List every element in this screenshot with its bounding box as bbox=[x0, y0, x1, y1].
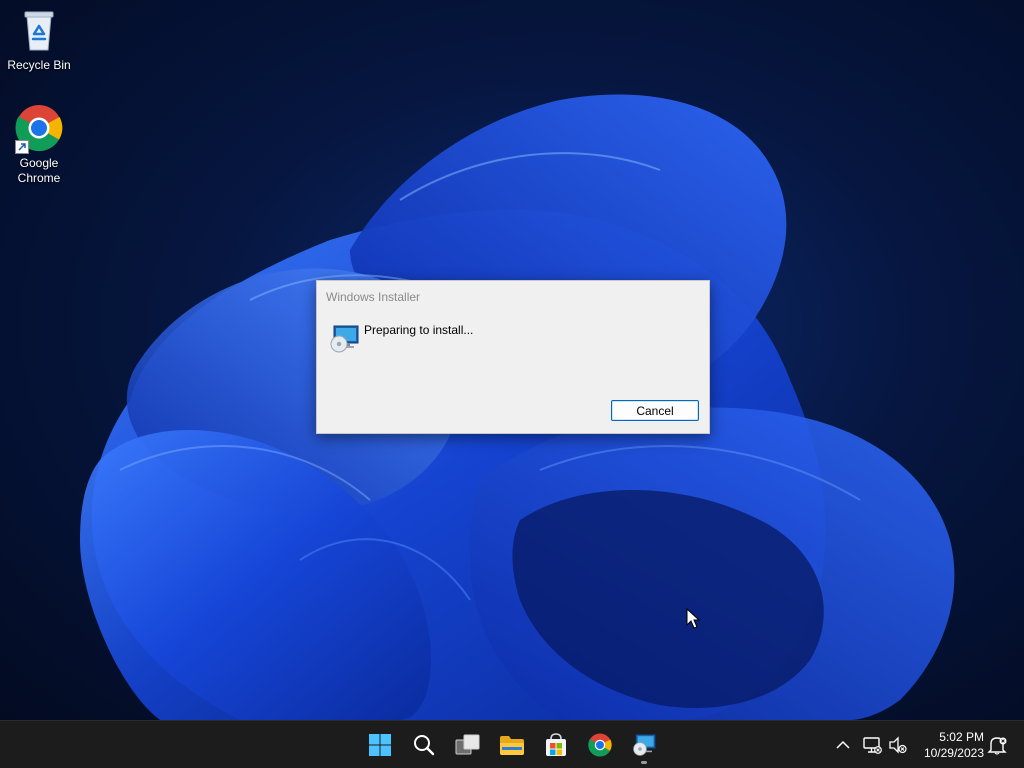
recycle-bin-icon bbox=[15, 6, 63, 54]
chrome-taskbar-button[interactable] bbox=[580, 725, 620, 765]
task-view-button[interactable] bbox=[448, 725, 488, 765]
search-button[interactable] bbox=[404, 725, 444, 765]
clock[interactable]: 5:02 PM 10/29/2023 bbox=[912, 729, 984, 761]
desktop-icon-chrome[interactable]: Google Chrome bbox=[1, 104, 77, 186]
desktop[interactable]: Recycle Bin Google Chrome Windows Instal… bbox=[0, 0, 1024, 720]
taskbar: 5:02 PM 10/29/2023 bbox=[0, 720, 1024, 768]
running-indicator bbox=[641, 761, 647, 764]
network-icon[interactable] bbox=[862, 735, 882, 755]
installer-icon bbox=[633, 734, 656, 756]
windows-installer-taskbar-button[interactable] bbox=[624, 725, 664, 765]
search-icon bbox=[414, 735, 435, 756]
volume-muted-icon[interactable] bbox=[888, 735, 908, 755]
notification-icon[interactable] bbox=[987, 735, 1009, 755]
store-icon bbox=[546, 733, 566, 756]
chrome-icon bbox=[15, 104, 63, 154]
start-button[interactable] bbox=[360, 725, 400, 765]
folder-icon bbox=[500, 736, 524, 755]
windows-installer-dialog[interactable]: Windows Installer Preparing to install..… bbox=[316, 280, 710, 434]
cancel-button[interactable]: Cancel bbox=[611, 400, 699, 421]
dialog-message: Preparing to install... bbox=[364, 323, 474, 337]
file-explorer-button[interactable] bbox=[492, 725, 532, 765]
desktop-icon-recycle-bin[interactable]: Recycle Bin bbox=[1, 6, 77, 73]
desktop-icon-label: Google Chrome bbox=[17, 156, 61, 185]
installer-icon bbox=[328, 324, 360, 354]
shortcut-arrow-icon bbox=[15, 140, 29, 154]
clock-time: 5:02 PM bbox=[939, 730, 984, 744]
mouse-cursor-icon bbox=[686, 608, 700, 629]
clock-date: 10/29/2023 bbox=[923, 746, 984, 760]
chevron-up-icon[interactable] bbox=[833, 736, 853, 754]
dialog-title: Windows Installer bbox=[326, 290, 421, 304]
desktop-icon-label: Recycle Bin bbox=[7, 58, 71, 72]
windows-logo-icon bbox=[369, 734, 391, 756]
microsoft-store-button[interactable] bbox=[536, 725, 576, 765]
chrome-icon bbox=[588, 733, 612, 757]
task-view-icon bbox=[455, 734, 480, 755]
